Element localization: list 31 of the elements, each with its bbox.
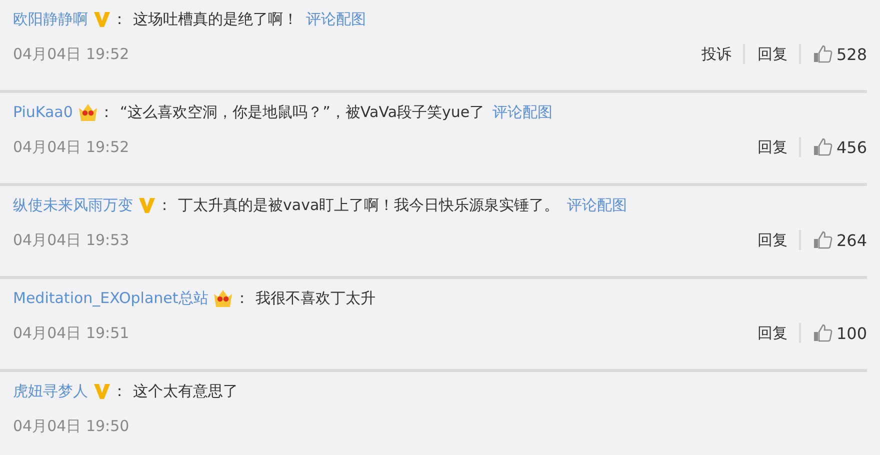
colon: ： — [234, 288, 250, 308]
like-button[interactable]: 456 — [813, 137, 867, 157]
comment-time: 04月04日 19:52 — [13, 44, 130, 64]
comment-text: 我很不喜欢丁太升 — [255, 288, 376, 308]
like-button[interactable]: 100 — [813, 323, 867, 343]
comment-time: 04月04日 19:50 — [13, 416, 130, 436]
comment-time: 04月04日 19:53 — [13, 230, 130, 250]
comment-time: 04月04日 19:52 — [13, 138, 130, 156]
colon: ： — [112, 10, 127, 28]
thumbs-up-icon — [813, 230, 834, 250]
v-badge-icon — [137, 195, 157, 215]
colon: ： — [157, 196, 172, 214]
comment-text: 这个太有意思了 — [133, 382, 238, 400]
v-badge-icon — [92, 381, 112, 401]
thumbs-up-icon — [813, 44, 834, 64]
action-link[interactable]: 回复 — [757, 44, 788, 64]
comment-text: 丁太升真的是被vava盯上了啊！我今日快乐源泉实锤了。 — [178, 196, 560, 214]
like-button[interactable]: 264 — [813, 230, 867, 250]
comment-time: 04月04日 19:51 — [13, 324, 130, 342]
comment-text: 这场吐槽真的是绝了啊！ — [133, 10, 298, 28]
action-link[interactable]: 回复 — [757, 324, 788, 342]
colon: ： — [112, 382, 127, 400]
like-button[interactable]: 528 — [813, 44, 867, 64]
action-link[interactable]: 回复 — [757, 230, 788, 250]
thumbs-up-icon — [813, 137, 834, 157]
action-link[interactable]: 投诉 — [701, 44, 732, 64]
colon: ： — [98, 102, 114, 122]
comment-text: “这么喜欢空洞，你是地鼠吗？”，被VaVa段子笑yue了 — [120, 102, 485, 122]
thumbs-up-icon — [813, 323, 834, 343]
v-badge-icon — [92, 9, 112, 29]
action-link[interactable]: 回复 — [757, 138, 788, 156]
